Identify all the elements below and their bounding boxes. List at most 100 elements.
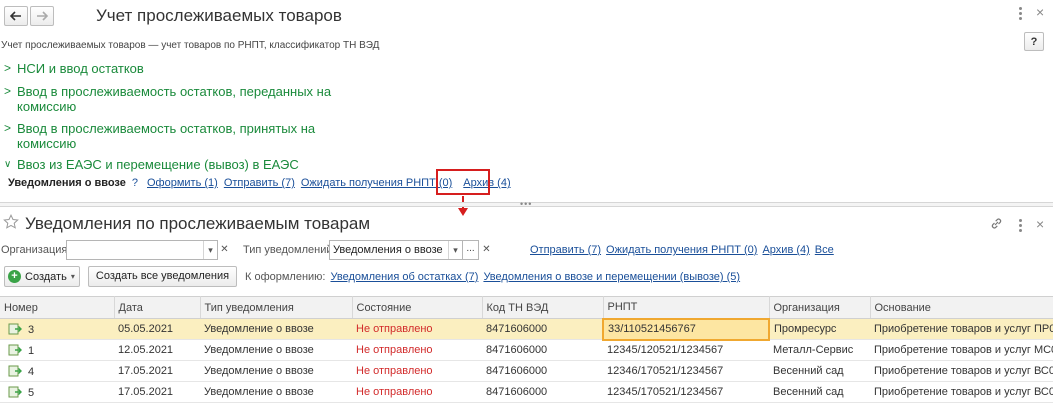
table-row[interactable]: 1 12.05.2021 Уведомление о ввозе Не отпр…	[0, 339, 1053, 361]
table-row[interactable]: 3 05.05.2021 Уведомление о ввозе Не отпр…	[0, 317, 1053, 341]
create-button-label: Создать	[25, 270, 67, 283]
cell-number: 5	[0, 381, 114, 403]
page-subtitle: Учет прослеживаемых товаров — учет товар…	[1, 40, 380, 51]
cell-number: 4	[0, 360, 114, 382]
filter-await-rnpt[interactable]: Ожидать получения РНПТ (0)	[606, 244, 757, 256]
cell-rnpt: 12345/120521/1234567	[603, 339, 769, 361]
type-filter-label: Тип уведомлений:	[243, 244, 336, 256]
document-icon	[8, 323, 22, 334]
close-icon[interactable]: ×	[1036, 216, 1044, 232]
chevron-right-icon: >	[4, 84, 12, 98]
cell-rnpt: 12346/170521/1234567	[603, 360, 769, 382]
link-format[interactable]: Оформить (1)	[147, 177, 218, 189]
group-eaeu-import[interactable]: ∨ Ввоз из ЕАЭС и перемещение (вывоз) в Е…	[4, 157, 417, 172]
cell-date: 17.05.2021	[114, 381, 200, 403]
notifications-table[interactable]: Номер Дата Тип уведомления Состояние Код…	[0, 296, 1053, 403]
col-number[interactable]: Номер	[0, 296, 115, 319]
document-icon	[8, 386, 22, 397]
org-filter-value[interactable]	[67, 241, 203, 259]
type-filter-field[interactable]: Уведомления о ввозе ▾	[329, 240, 463, 260]
org-filter-field[interactable]: ▾	[66, 240, 218, 260]
select-button[interactable]: ...	[463, 240, 479, 260]
cell-number: 3	[0, 318, 114, 340]
cell-state: Не отправлено	[352, 339, 482, 361]
to-format-links: К оформлению: Уведомления об остатках (7…	[245, 271, 740, 283]
group-label: НСИ и ввод остатков	[17, 61, 144, 76]
close-icon[interactable]: ×	[1036, 4, 1044, 20]
cell-type: Уведомление о ввозе	[200, 318, 352, 340]
chevron-down-icon: ∨	[4, 159, 12, 170]
cell-type: Уведомление о ввозе	[200, 360, 352, 382]
cell-code: 8471606000	[482, 339, 603, 361]
link-icon[interactable]	[989, 216, 1004, 231]
clear-icon[interactable]: ✕	[218, 240, 231, 260]
arrow-right-icon	[37, 11, 48, 21]
create-button[interactable]: + Создать ▾	[4, 266, 80, 287]
cell-type: Уведомление о ввозе	[200, 339, 352, 361]
group-nsi[interactable]: > НСИ и ввод остатков	[4, 61, 357, 76]
cell-state: Не отправлено	[352, 381, 482, 403]
cell-org: Весенний сад	[769, 360, 870, 382]
link-await-rnpt[interactable]: Ожидать получения РНПТ (0)	[301, 177, 452, 189]
table-header: Номер Дата Тип уведомления Состояние Код…	[0, 296, 1053, 319]
back-button[interactable]	[4, 6, 28, 26]
col-code[interactable]: Код ТН ВЭД	[482, 296, 604, 319]
filter-all[interactable]: Все	[815, 244, 834, 256]
cell-code: 8471606000	[482, 381, 603, 403]
cell-state: Не отправлено	[352, 360, 482, 382]
to-format-label: К оформлению:	[245, 271, 326, 283]
more-menu-icon[interactable]	[1017, 7, 1023, 20]
cell-state: Не отправлено	[352, 318, 482, 340]
table-row[interactable]: 5 17.05.2021 Уведомление о ввозе Не отпр…	[0, 381, 1053, 403]
cell-rnpt: 12345/170521/1234567	[603, 381, 769, 403]
cell-basis: Приобретение товаров и услуг ВС00-	[870, 381, 1053, 403]
cell-code: 8471606000	[482, 318, 603, 340]
help-button[interactable]: ?	[1024, 32, 1044, 51]
create-all-button[interactable]: Создать все уведомления	[88, 266, 237, 287]
type-filter-value[interactable]: Уведомления о ввозе	[330, 241, 448, 259]
cell-org: Промресурс	[769, 318, 870, 340]
col-basis[interactable]: Основание	[870, 296, 1053, 319]
cell-org: Весенний сад	[769, 381, 870, 403]
col-type[interactable]: Тип уведомления	[200, 296, 353, 319]
link-import-move-notifications[interactable]: Уведомления о ввозе и перемещении (вывоз…	[483, 271, 740, 283]
cell-rnpt[interactable]: 33/110521456767	[602, 317, 770, 341]
group-label: Ввод в прослеживаемость остатков, принят…	[17, 121, 316, 151]
dropdown-arrow-icon[interactable]: ▾	[448, 241, 462, 259]
document-icon	[8, 344, 22, 355]
col-rnpt[interactable]: РНПТ	[603, 296, 770, 319]
page-title: Учет прослеживаемых товаров	[96, 6, 342, 25]
status-filter-links: Отправить (7) Ожидать получения РНПТ (0)…	[530, 244, 834, 256]
group-passed-commission[interactable]: > Ввод в прослеживаемость остатков, пере…	[4, 84, 357, 114]
cell-type: Уведомление о ввозе	[200, 381, 352, 403]
highlight-box	[436, 169, 490, 195]
filter-archive[interactable]: Архив (4)	[762, 244, 809, 256]
cell-org: Металл-Сервис	[769, 339, 870, 361]
col-state[interactable]: Состояние	[352, 296, 483, 319]
arrow-left-icon	[10, 11, 21, 21]
more-menu-icon[interactable]	[1017, 219, 1023, 232]
clear-icon[interactable]: ✕	[480, 240, 493, 260]
forward-button[interactable]	[30, 6, 54, 26]
group-accepted-commission[interactable]: > Ввод в прослеживаемость остатков, прин…	[4, 121, 357, 151]
link-balance-notifications[interactable]: Уведомления об остатках (7)	[331, 271, 479, 283]
table-row[interactable]: 4 17.05.2021 Уведомление о ввозе Не отпр…	[0, 360, 1053, 382]
cell-basis: Приобретение товаров и услуг ВС00-	[870, 360, 1053, 382]
drag-handle-icon[interactable]: •••	[520, 200, 532, 209]
help-icon[interactable]: ?	[132, 177, 138, 189]
dropdown-arrow-icon: ▾	[70, 272, 75, 281]
cell-code: 8471606000	[482, 360, 603, 382]
star-icon[interactable]	[3, 214, 19, 230]
org-filter-label: Организация:	[1, 244, 71, 256]
chevron-right-icon: >	[4, 121, 12, 135]
dropdown-arrow-icon[interactable]: ▾	[203, 241, 217, 259]
col-date[interactable]: Дата	[114, 296, 201, 319]
document-icon	[8, 365, 22, 376]
col-org[interactable]: Организация	[769, 296, 871, 319]
import-notifications-label: Уведомления о ввозе	[8, 177, 126, 189]
filter-send[interactable]: Отправить (7)	[530, 244, 601, 256]
list-title: Уведомления по прослеживаемым товарам	[25, 214, 371, 233]
cell-date: 17.05.2021	[114, 360, 200, 382]
link-send[interactable]: Отправить (7)	[224, 177, 295, 189]
cell-date: 05.05.2021	[114, 318, 200, 340]
